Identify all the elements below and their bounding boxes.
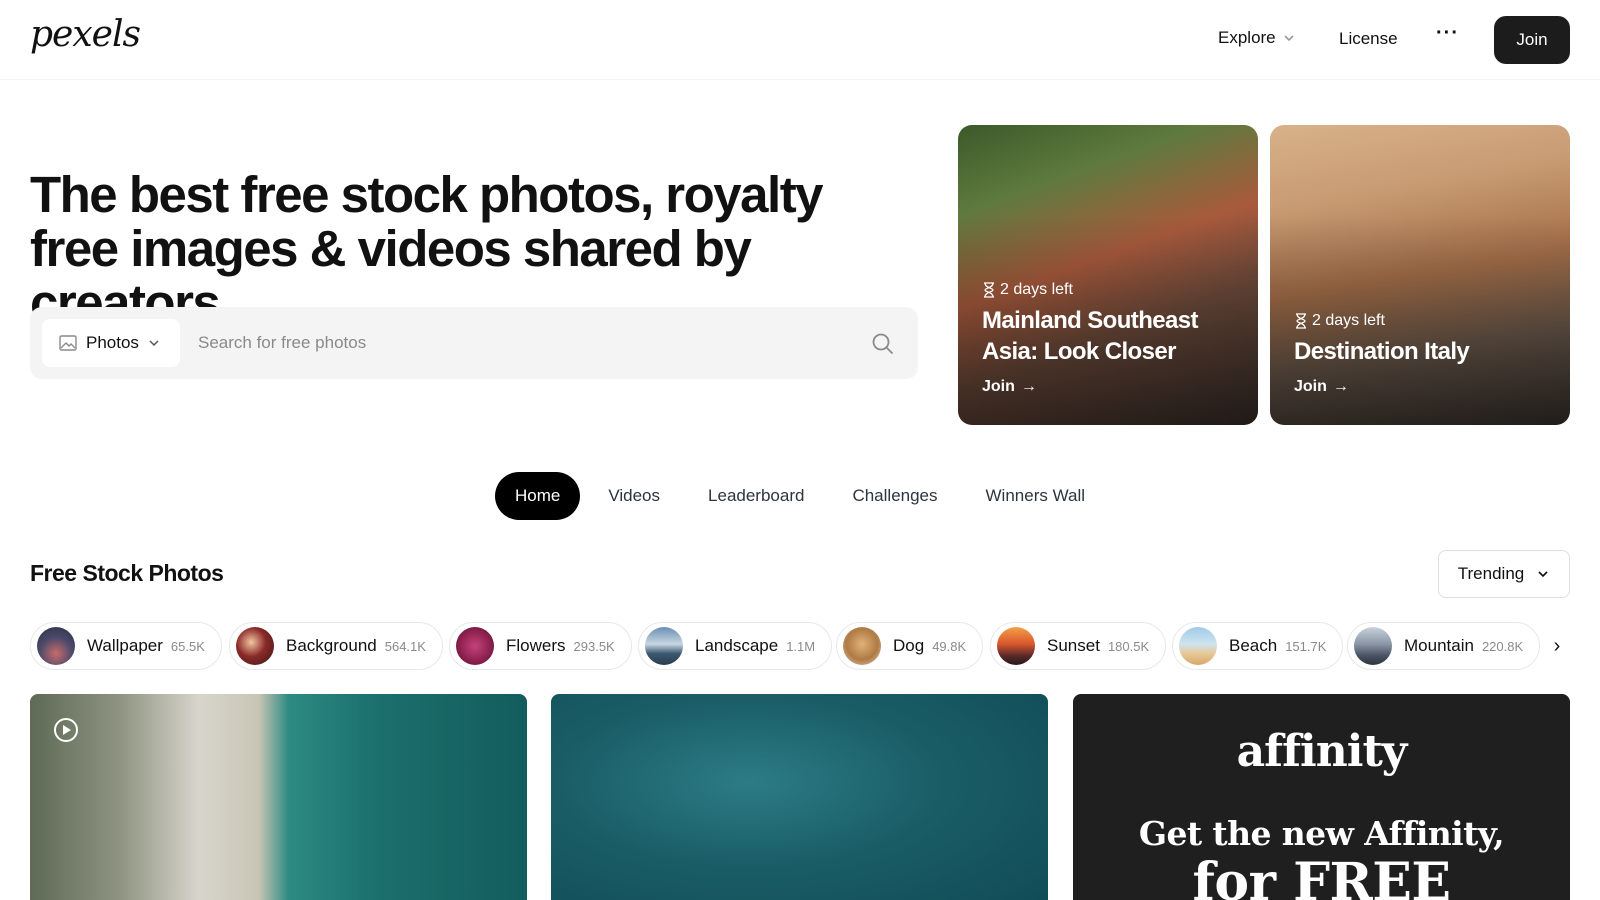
chip-label: Dog bbox=[893, 636, 925, 655]
hourglass-icon bbox=[1296, 313, 1306, 329]
chip-count: 220.8K bbox=[1481, 638, 1524, 654]
chip-label: Sunset bbox=[1047, 636, 1100, 655]
photo-card[interactable] bbox=[551, 694, 1048, 900]
search-input[interactable] bbox=[198, 319, 838, 367]
chip-count: 293.5K bbox=[573, 638, 615, 654]
tab-leaderboard[interactable]: Leaderboard bbox=[688, 472, 824, 520]
chip-label: Landscape bbox=[695, 636, 779, 655]
challenge-card-destination-italy[interactable]: 2 days left Destination Italy Join → bbox=[1270, 125, 1570, 425]
section-title: Free Stock Photos bbox=[30, 560, 224, 586]
ad-card[interactable]: affinity Get the new Affinity, for FREE bbox=[1073, 694, 1570, 900]
chip-label: Mountain bbox=[1404, 636, 1474, 655]
chip-count: 564.1K bbox=[384, 638, 426, 654]
chip-wallpaper[interactable]: Wallpaper 65.5K bbox=[30, 622, 222, 670]
chip-mountain[interactable]: Mountain 220.8K bbox=[1347, 622, 1541, 670]
chip-thumbnail bbox=[456, 627, 494, 665]
chip-thumbnail bbox=[645, 627, 683, 665]
sort-dropdown[interactable]: Trending bbox=[1438, 550, 1570, 598]
chip-thumbnail bbox=[997, 627, 1035, 665]
hero-title: The best free stock photos, royalty free… bbox=[30, 166, 824, 331]
time-left-label: 2 days left bbox=[1000, 281, 1073, 298]
nav-explore-menu[interactable]: Explore bbox=[1218, 28, 1296, 48]
sort-label: Trending bbox=[1457, 564, 1525, 583]
challenge-join-link[interactable]: Join → bbox=[1294, 378, 1349, 396]
challenge-time-left: 2 days left bbox=[982, 281, 1073, 299]
chip-label: Flowers bbox=[506, 636, 566, 655]
chip-dog[interactable]: Dog 49.8K bbox=[836, 622, 984, 670]
category-chips: Wallpaper 65.5K Background 564.1K Flower… bbox=[30, 622, 1570, 670]
chip-beach[interactable]: Beach 151.7K bbox=[1172, 622, 1344, 670]
time-left-label: 2 days left bbox=[1312, 312, 1385, 329]
chip-thumbnail bbox=[1354, 627, 1392, 665]
tab-challenges[interactable]: Challenges bbox=[832, 472, 957, 520]
challenge-join-label: Join bbox=[982, 378, 1015, 395]
chip-landscape[interactable]: Landscape 1.1M bbox=[638, 622, 833, 670]
chip-flowers[interactable]: Flowers 293.5K bbox=[449, 622, 632, 670]
chevron-down-icon bbox=[1284, 35, 1294, 42]
chevron-down-icon bbox=[149, 340, 159, 347]
more-options-icon[interactable]: ··· bbox=[1436, 22, 1459, 45]
search-type-label: Photos bbox=[86, 333, 139, 352]
search-icon[interactable] bbox=[870, 331, 896, 357]
hourglass-icon bbox=[984, 282, 994, 298]
challenge-join-label: Join bbox=[1294, 378, 1327, 395]
chevron-down-icon bbox=[1538, 571, 1548, 578]
ad-headline: Get the new Affinity, bbox=[1138, 814, 1505, 853]
chip-count: 151.7K bbox=[1285, 638, 1327, 654]
chip-label: Beach bbox=[1229, 636, 1278, 655]
chip-label: Wallpaper bbox=[87, 636, 163, 655]
chip-thumbnail bbox=[1179, 627, 1217, 665]
chip-count: 49.8K bbox=[932, 638, 967, 654]
arrow-right-icon: → bbox=[1332, 378, 1349, 395]
chip-count: 1.1M bbox=[786, 638, 816, 654]
challenge-title: Destination Italy bbox=[1294, 338, 1470, 365]
chip-thumbnail bbox=[236, 627, 274, 665]
challenge-join-link[interactable]: Join → bbox=[982, 378, 1037, 396]
nav-license-link[interactable]: License bbox=[1339, 29, 1398, 49]
search-type-dropdown[interactable]: Photos bbox=[42, 319, 180, 367]
photo-card[interactable] bbox=[30, 694, 527, 900]
search-bar: Photos bbox=[30, 307, 918, 379]
challenge-title: Mainland Southeast Asia: Look Closer bbox=[982, 307, 1198, 365]
chip-background[interactable]: Background 564.1K bbox=[229, 622, 443, 670]
affinity-logo: affinity bbox=[1236, 726, 1408, 777]
image-icon bbox=[59, 335, 77, 351]
join-button[interactable]: Join bbox=[1494, 16, 1570, 64]
challenge-time-left: 2 days left bbox=[1294, 312, 1385, 330]
chip-thumbnail bbox=[37, 627, 75, 665]
chip-count: 180.5K bbox=[1107, 638, 1150, 654]
tab-winners-wall[interactable]: Winners Wall bbox=[966, 472, 1106, 520]
ad-headline-2: for FREE bbox=[1192, 852, 1451, 900]
chip-count: 65.5K bbox=[170, 638, 205, 654]
chevron-right-icon: › bbox=[1553, 634, 1561, 657]
tab-home[interactable]: Home bbox=[494, 472, 581, 520]
challenge-card-southeast-asia[interactable]: 2 days left Mainland Southeast Asia: Loo… bbox=[958, 125, 1258, 425]
chip-label: Background bbox=[286, 636, 377, 655]
chip-sunset[interactable]: Sunset 180.5K bbox=[990, 622, 1167, 670]
nav-explore-label: Explore bbox=[1218, 28, 1276, 47]
pexels-logo[interactable]: pexels bbox=[30, 14, 141, 55]
tab-videos[interactable]: Videos bbox=[588, 472, 680, 520]
chip-thumbnail bbox=[843, 627, 881, 665]
arrow-right-icon: → bbox=[1020, 378, 1037, 395]
top-header: pexels Explore License ··· Join bbox=[0, 0, 1600, 80]
main-tabs: Home Videos Leaderboard Challenges Winne… bbox=[0, 472, 1600, 520]
video-play-icon bbox=[54, 718, 78, 742]
chips-scroll-right-button[interactable]: › bbox=[1544, 622, 1570, 670]
